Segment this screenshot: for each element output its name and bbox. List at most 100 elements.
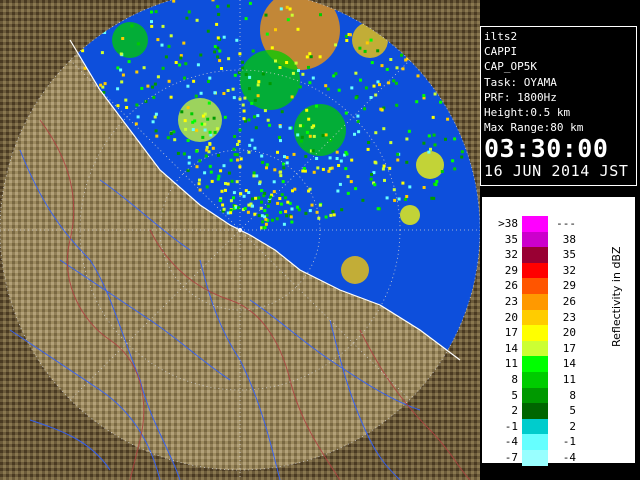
echo-pixel bbox=[120, 80, 124, 84]
echo-pixel bbox=[161, 66, 165, 70]
echo-pixel bbox=[206, 29, 210, 33]
echo-pixel bbox=[316, 166, 320, 170]
echo-pixel bbox=[253, 98, 257, 102]
legend-swatch bbox=[522, 371, 548, 388]
echo-cell bbox=[416, 151, 444, 179]
echo-pixel bbox=[367, 141, 371, 144]
echo-pixel bbox=[304, 211, 308, 215]
legend-swatch bbox=[522, 449, 548, 466]
echo-pixel bbox=[268, 123, 272, 127]
legend-lower-bound: 26 bbox=[504, 279, 518, 293]
echo-pixel bbox=[298, 85, 302, 89]
legend-lower-bound: 11 bbox=[504, 357, 518, 371]
echo-pixel bbox=[261, 72, 265, 76]
echo-pixel bbox=[349, 180, 353, 184]
observation-time: 03:30:00 bbox=[484, 134, 609, 164]
echo-pixel bbox=[127, 60, 131, 64]
legend-row: 26 29 bbox=[496, 278, 596, 294]
echo-pixel bbox=[309, 55, 313, 59]
legend-swatch bbox=[522, 434, 548, 450]
echo-pixel bbox=[153, 115, 157, 119]
echo-pixel bbox=[276, 150, 279, 154]
legend-lower-bound: 5 bbox=[511, 388, 518, 402]
echo-pixel bbox=[318, 203, 322, 207]
echo-pixel bbox=[388, 166, 392, 170]
echo-pixel bbox=[226, 4, 230, 8]
echo-pixel bbox=[230, 179, 234, 183]
echo-pixel bbox=[235, 180, 239, 184]
echo-pixel bbox=[415, 100, 419, 104]
echo-cell bbox=[341, 256, 369, 284]
echo-pixel bbox=[213, 50, 217, 54]
echo-pixel bbox=[154, 129, 158, 133]
echo-pixel bbox=[218, 59, 222, 63]
echo-pixel bbox=[217, 174, 221, 178]
echo-pixel bbox=[296, 27, 300, 31]
legend-swatch bbox=[522, 231, 548, 248]
echo-pixel bbox=[345, 39, 349, 42]
echo-pixel bbox=[242, 109, 246, 113]
echo-pixel bbox=[268, 82, 272, 86]
legend-upper-bound: 35 bbox=[562, 248, 576, 262]
echo-pixel bbox=[357, 130, 361, 134]
echo-pixel bbox=[290, 95, 294, 99]
product-type: CAPPI bbox=[484, 45, 518, 59]
echo-pixel bbox=[199, 91, 203, 95]
echo-pixel bbox=[311, 76, 315, 80]
legend-row: -1 2 bbox=[496, 418, 596, 435]
echo-pixel bbox=[460, 155, 464, 159]
echo-pixel bbox=[227, 57, 231, 61]
echo-pixel bbox=[207, 80, 210, 83]
echo-pixel bbox=[250, 138, 254, 142]
echo-pixel bbox=[250, 101, 254, 105]
legend-row: 35 38 bbox=[496, 231, 596, 248]
echo-pixel bbox=[369, 177, 373, 181]
echo-pixel bbox=[237, 206, 240, 210]
echo-pixel bbox=[164, 55, 168, 59]
echo-pixel bbox=[284, 210, 288, 214]
echo-pixel bbox=[241, 103, 245, 107]
echo-pixel bbox=[286, 18, 290, 22]
echo-pixel bbox=[167, 79, 171, 83]
echo-pixel bbox=[353, 132, 356, 136]
echo-pixel bbox=[223, 115, 227, 119]
legend-upper-bound: 32 bbox=[562, 263, 576, 277]
legend-swatch bbox=[522, 356, 548, 372]
echo-pixel bbox=[215, 127, 219, 131]
legend-lower-bound: -1 bbox=[504, 419, 518, 433]
echo-pixel bbox=[276, 201, 280, 205]
echo-pixel bbox=[285, 161, 289, 165]
echo-pixel bbox=[280, 110, 284, 114]
echo-pixel bbox=[116, 104, 120, 108]
echo-pixel bbox=[263, 209, 267, 213]
echo-pixel bbox=[289, 215, 293, 219]
echo-pixel bbox=[251, 49, 255, 53]
echo-pixel bbox=[350, 86, 354, 90]
echo-pixel bbox=[376, 80, 380, 84]
echo-pixel bbox=[221, 203, 225, 207]
legend-upper-bound: --- bbox=[556, 217, 576, 230]
echo-pixel bbox=[307, 65, 310, 69]
legend-swatch bbox=[522, 309, 548, 326]
echo-pixel bbox=[201, 135, 205, 139]
legend-row: 25 bbox=[496, 403, 596, 419]
echo-pixel bbox=[210, 179, 214, 183]
echo-pixel bbox=[254, 196, 258, 200]
echo-pixel bbox=[431, 115, 435, 119]
echo-pixel bbox=[216, 5, 220, 9]
legend-row: 58 bbox=[496, 387, 596, 404]
echo-pixel bbox=[124, 98, 128, 102]
radar-site-marker bbox=[238, 228, 242, 232]
echo-pixel bbox=[331, 210, 335, 214]
legend-swatch bbox=[522, 278, 548, 294]
echo-pixel bbox=[204, 154, 208, 158]
legend-upper-bound: 23 bbox=[562, 310, 576, 324]
legend-row: 11 14 bbox=[496, 356, 596, 372]
echo-pixel bbox=[263, 215, 267, 219]
height-label: Height:0.5 km bbox=[484, 106, 571, 120]
info-panel: ilts2 CAPPI CAP_OP5K Task: OYAMA PRF: 18… bbox=[480, 26, 637, 186]
legend-upper-bound: 38 bbox=[562, 232, 576, 246]
echo-pixel bbox=[150, 10, 153, 14]
echo-pixel bbox=[232, 191, 236, 195]
echo-pixel bbox=[337, 88, 341, 92]
